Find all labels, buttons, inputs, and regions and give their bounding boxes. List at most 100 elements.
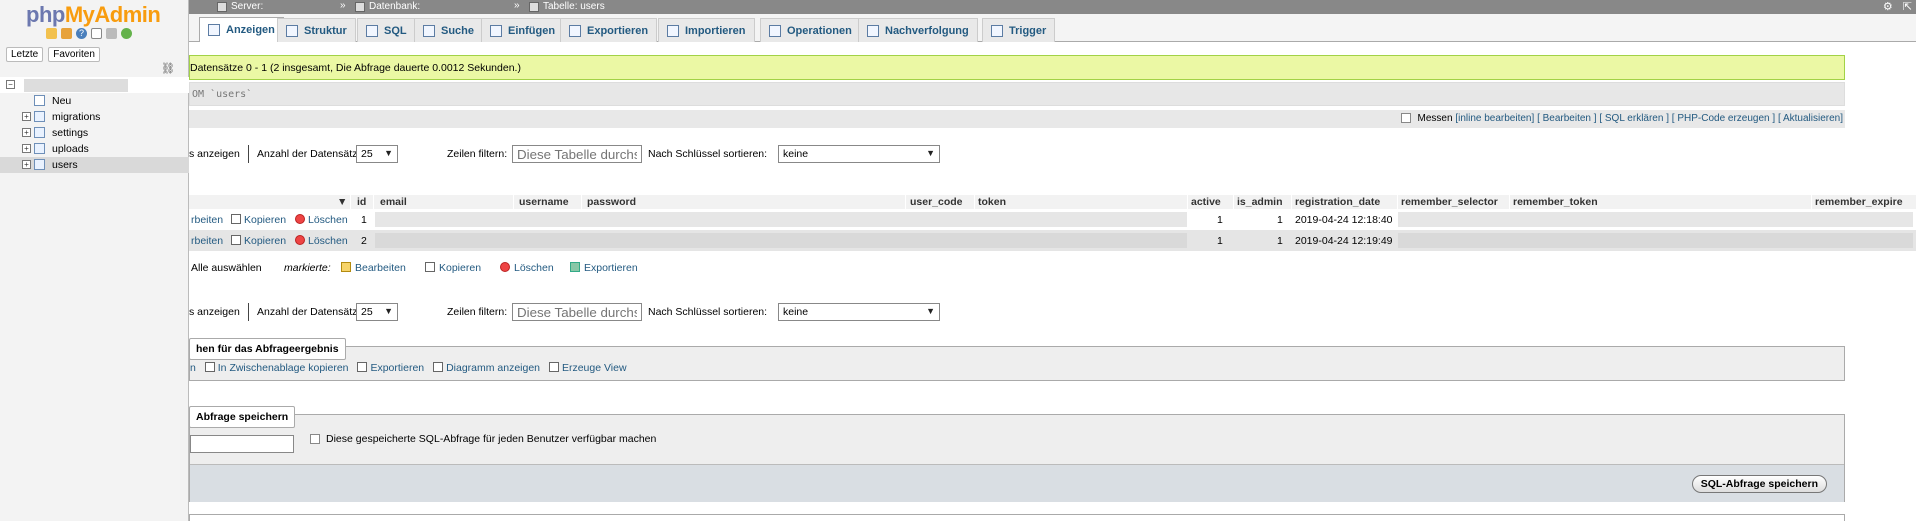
collapse-icon[interactable]: − <box>6 80 15 89</box>
table-row: rbeiten Kopieren Löschen 1 1 1 2019-04-2… <box>189 209 1916 230</box>
link-icon[interactable]: ⛓ <box>161 62 175 75</box>
tab-insert[interactable]: Einfügen <box>481 18 565 42</box>
profiling-checkbox[interactable] <box>1400 113 1411 124</box>
bookmark-legend: Abfrage speichern <box>189 406 296 428</box>
sort-by-key-select[interactable]: keine <box>778 145 940 163</box>
bookmark-share-checkbox[interactable] <box>310 434 320 444</box>
triggers-icon <box>991 24 1003 37</box>
tree-item-new[interactable]: Neu <box>0 93 189 109</box>
column-header-is-admin[interactable]: is_admin <box>1237 196 1283 208</box>
phpmyadmin-logo[interactable]: phpMyAdmin <box>26 2 161 28</box>
save-sql-query-button[interactable]: SQL-Abfrage speichern <box>1691 475 1827 493</box>
database-row[interactable]: − <box>0 77 189 93</box>
expand-icon[interactable]: + <box>22 112 31 121</box>
create-php-code-link[interactable]: [ PHP-Code erzeugen ] <box>1672 113 1775 124</box>
tree-item-settings[interactable]: + settings <box>0 125 189 141</box>
chart-icon <box>433 362 444 372</box>
bulk-edit-link[interactable]: Bearbeiten <box>341 262 406 274</box>
sort-by-key-label: Nach Schlüssel sortieren: <box>648 306 768 318</box>
select-all-link[interactable]: Alle auswählen <box>191 262 262 274</box>
column-header-password[interactable]: password <box>587 196 636 208</box>
row-copy-link[interactable]: Kopieren <box>231 214 286 226</box>
column-header-user-code[interactable]: user_code <box>910 196 963 208</box>
table-icon <box>529 1 539 12</box>
refresh-link[interactable]: [ Aktualisieren] <box>1778 113 1843 124</box>
documentation-icon[interactable] <box>91 28 102 39</box>
breadcrumb-table[interactable]: Tabelle: users <box>529 1 605 12</box>
sql-query-box[interactable]: OM `users` <box>189 82 1845 106</box>
column-header-active[interactable]: active <box>1191 196 1221 208</box>
breadcrumb-server[interactable]: Server: <box>217 1 263 12</box>
server-icon <box>217 1 227 12</box>
filter-rows-input[interactable] <box>512 145 642 163</box>
column-header-id[interactable]: id <box>357 196 366 208</box>
settings-gear-icon[interactable]: ⚙ <box>1883 0 1893 13</box>
tab-import[interactable]: Importieren <box>658 18 755 42</box>
settings-gear-icon[interactable] <box>106 28 117 39</box>
expand-icon[interactable]: + <box>22 160 31 169</box>
table-row: rbeiten Kopieren Löschen 2 1 1 2019-04-2… <box>189 230 1916 251</box>
tab-tracking[interactable]: Nachverfolgung <box>858 18 978 42</box>
breadcrumb-database-label: Datenbank: <box>369 1 421 12</box>
filter-rows-input[interactable] <box>512 303 642 321</box>
column-header-remember-selector[interactable]: remember_selector <box>1401 196 1498 208</box>
export-link[interactable]: Exportieren <box>357 362 427 374</box>
tab-search[interactable]: Suche <box>414 18 484 42</box>
column-header-username[interactable]: username <box>519 196 569 208</box>
redacted-database-name <box>24 79 128 92</box>
tab-operations[interactable]: Operationen <box>760 18 861 42</box>
tab-export[interactable]: Exportieren <box>560 18 658 42</box>
help-icon[interactable]: ? <box>76 28 87 39</box>
bookmark-label-input[interactable] <box>190 435 294 453</box>
column-header-remember-token[interactable]: remember_token <box>1513 196 1598 208</box>
column-divider <box>1397 195 1398 209</box>
logo-prefix: php <box>26 2 65 27</box>
row-copy-link[interactable]: Kopieren <box>231 235 286 247</box>
reload-navigation-icon[interactable] <box>121 28 132 39</box>
logout-icon[interactable] <box>61 28 72 39</box>
bulk-copy-link[interactable]: Kopieren <box>425 262 481 274</box>
bulk-delete-link[interactable]: Löschen <box>500 262 554 274</box>
column-header-registration-date[interactable]: registration_date <box>1295 196 1380 208</box>
recent-tab[interactable]: Letzte <box>6 47 44 62</box>
rows-per-page-select[interactable]: 25 <box>356 303 398 321</box>
column-header-token[interactable]: token <box>978 196 1006 208</box>
tab-structure[interactable]: Struktur <box>277 18 356 42</box>
expand-icon[interactable]: + <box>22 144 31 153</box>
tree-item-uploads[interactable]: + uploads <box>0 141 189 157</box>
expand-icon[interactable]: + <box>22 128 31 137</box>
cell-is-admin: 1 <box>1277 235 1283 247</box>
tab-browse[interactable]: Anzeigen <box>199 17 284 42</box>
tab-label: Exportieren <box>587 24 649 37</box>
collapse-top-icon[interactable]: ⇱ <box>1903 0 1912 13</box>
row-edit-link[interactable]: rbeiten <box>191 214 223 226</box>
breadcrumb-database[interactable]: Datenbank: <box>355 1 420 12</box>
row-edit-link[interactable]: rbeiten <box>191 235 223 247</box>
sort-arrow-icon[interactable]: ▼ <box>337 196 347 208</box>
display-chart-link[interactable]: Diagramm anzeigen <box>433 362 543 374</box>
operations-icon <box>769 24 781 37</box>
tree-item-users[interactable]: + users <box>0 157 189 173</box>
table-navigation-top: s anzeigen Anzahl der Datensätze: 25 Zei… <box>189 145 1845 165</box>
table-icon <box>34 143 45 154</box>
row-delete-link[interactable]: Löschen <box>295 235 348 247</box>
explain-sql-link[interactable]: [ SQL erklären ] <box>1599 113 1669 124</box>
home-icon[interactable] <box>46 28 57 39</box>
tab-triggers[interactable]: Trigger <box>982 18 1056 42</box>
tab-sql[interactable]: SQL <box>357 18 416 42</box>
edit-link[interactable]: [ Bearbeiten ] <box>1537 113 1596 124</box>
rows-per-page-select[interactable]: 25 <box>356 145 398 163</box>
inline-edit-link[interactable]: [inline bearbeiten] <box>1455 113 1534 124</box>
tree-item-label: settings <box>52 127 89 139</box>
favorites-tab[interactable]: Favoriten <box>48 47 100 62</box>
row-delete-link[interactable]: Löschen <box>295 214 348 226</box>
bulk-export-link[interactable]: Exportieren <box>570 262 638 274</box>
query-tool-links: Messen [inline bearbeiten] [ Bearbeiten … <box>1400 113 1843 124</box>
sort-by-key-select[interactable]: keine <box>778 303 940 321</box>
print-link[interactable]: n <box>190 362 196 374</box>
tree-item-migrations[interactable]: + migrations <box>0 109 189 125</box>
column-header-remember-expire[interactable]: remember_expire <box>1815 196 1903 208</box>
create-view-link[interactable]: Erzeuge View <box>548 362 627 374</box>
column-header-email[interactable]: email <box>380 196 407 208</box>
copy-to-clipboard-link[interactable]: In Zwischenablage kopieren <box>204 362 352 374</box>
